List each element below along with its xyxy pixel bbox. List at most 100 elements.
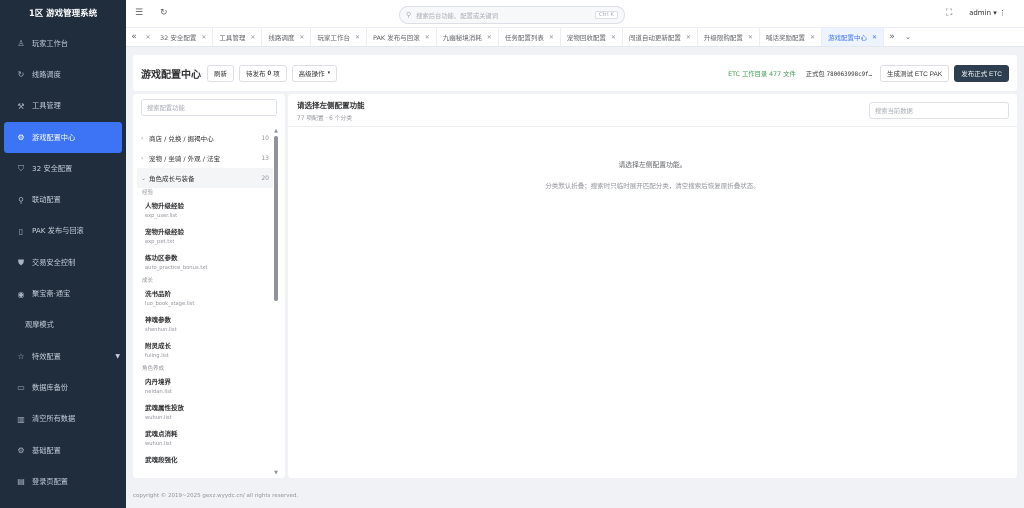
category-shop[interactable]: › 商店 / 兑换 / 掘褐中心 10 — [133, 128, 277, 148]
sidebar-item-8[interactable]: ◉ 聚宝斋·通宝 — [0, 278, 126, 309]
tab-2[interactable]: 线路调度 ✕ — [262, 28, 312, 46]
sidebar-item-2[interactable]: ⚒ 工具管理 — [0, 91, 126, 122]
item-name: 宠物升级经验 — [145, 228, 184, 236]
data-search-input[interactable]: 搜索当前数据 — [869, 102, 1009, 119]
item-file: auto_practice_bonus.txt — [145, 265, 208, 271]
sidebar-item-6[interactable]: ▯ PAK 发布与回滚 — [0, 216, 126, 247]
config-search-input[interactable]: 搜索配置功能 — [141, 99, 277, 116]
list-item[interactable]: 宠物升级经验 exp_pet.txt — [133, 224, 277, 250]
list-item[interactable]: 武魂段强化 — [133, 452, 277, 478]
tab-11[interactable]: 游戏配置中心 ✕ — [821, 28, 884, 46]
publish-etc-button[interactable]: 发布正式 ETC — [954, 64, 1009, 82]
tab-label: 宠物回收配置 — [566, 34, 606, 42]
scroll-up-icon[interactable]: ▲ — [273, 128, 279, 134]
close-icon[interactable]: ✕ — [250, 34, 255, 41]
pending-publish-button[interactable]: 待发布 0 项 — [239, 64, 287, 82]
fullscreen-icon[interactable]: ⛶ — [946, 8, 952, 18]
user-icon: ♙ — [17, 39, 25, 49]
tab-5[interactable]: 九幽秘境消耗 ✕ — [437, 28, 499, 46]
user-menu[interactable]: admin ▾ ⋮ — [969, 9, 1006, 17]
sidebar-item-12[interactable]: ▥ 清空所有数据 — [0, 404, 126, 435]
list-item[interactable]: 内丹境界 neidan.list — [133, 374, 277, 400]
tabs-dropdown-icon[interactable]: ⌄ — [900, 28, 916, 46]
list-item[interactable]: 神魂参数 shenhun.list — [133, 312, 277, 338]
tab-label: 玩家工作台 — [317, 34, 350, 42]
close-icon[interactable]: ✕ — [611, 34, 616, 41]
tab-7[interactable]: 宠物回收配置 ✕ — [561, 28, 623, 46]
tab-bar: « ✕ 32 安全配置 ✕ 工具管理 ✕ 线路调度 ✕ 玩家工作台 ✕ PAK 发布与回滚 ✕ 九幽… — [126, 28, 1024, 47]
item-file: exp_pet.txt — [145, 239, 175, 245]
reload-icon[interactable]: ↻ — [160, 8, 168, 18]
close-icon[interactable]: ✕ — [748, 34, 753, 41]
list-item[interactable]: 武魂属性投放 wuhun.list — [133, 400, 277, 426]
config-search-placeholder: 搜索配置功能 — [147, 105, 185, 112]
tabs-scroll-left-icon[interactable]: « — [126, 28, 142, 46]
global-search-placeholder: 搜索后台功能、配置或关键词 — [416, 12, 498, 20]
close-icon[interactable]: ✕ — [142, 28, 154, 46]
empty-state-hint: 分类默认折叠；搜索时只临时展开匹配分类，清空搜索后恢复原折叠状态。 — [545, 182, 760, 190]
tab-label: 32 安全配置 — [160, 34, 197, 42]
category-label: 商店 / 兑换 / 掘褐中心 — [149, 135, 214, 143]
sidebar-item-label: 交易安全控制 — [32, 257, 76, 267]
close-icon[interactable]: ✕ — [872, 34, 877, 41]
sidebar-item-4[interactable]: ⛉ 32 安全配置 — [0, 153, 126, 184]
close-icon[interactable]: ✕ — [425, 34, 430, 41]
category-label: 角色成长与装备 — [149, 175, 195, 183]
list-item[interactable]: 洗书品阶 luo_book_stage.list — [133, 286, 277, 312]
config-list-scrollbar[interactable]: ▲ ▼ — [273, 128, 279, 476]
tab-3[interactable]: 玩家工作台 ✕ — [311, 28, 367, 46]
item-file: wuhun.list — [145, 441, 172, 447]
sidebar-item-7[interactable]: ⛊ 交易安全控制 — [0, 247, 126, 278]
sidebar-item-11[interactable]: ▭ 数据库备份 — [0, 372, 126, 403]
list-item[interactable]: 练功区参数 auto_practice_bonus.txt — [133, 250, 277, 276]
category-pet[interactable]: › 宠物 / 坐骑 / 外观 / 法宝 13 — [133, 148, 277, 168]
close-icon[interactable]: ✕ — [487, 34, 492, 41]
subcategory-label: 成长 — [142, 278, 154, 284]
username: admin — [969, 9, 992, 17]
more-icon[interactable]: ⋮ — [999, 9, 1006, 17]
sidebar-item-label: 特效配置 — [32, 351, 61, 361]
sidebar-item-14[interactable]: ▤ 登录页配置 — [0, 466, 126, 497]
tab-0[interactable]: 32 安全配置 ✕ — [154, 28, 214, 46]
close-icon[interactable]: ✕ — [686, 34, 691, 41]
pending-unit: 项 — [273, 71, 280, 78]
package-info: 正式包 780063998c9f… — [806, 69, 872, 78]
category-growth[interactable]: ⌄ 角色成长与装备 20 — [137, 168, 273, 188]
close-icon[interactable]: ✕ — [299, 34, 304, 41]
tab-4[interactable]: PAK 发布与回滚 ✕ — [367, 28, 437, 46]
tabs-scroll-right-icon[interactable]: » — [884, 28, 900, 46]
sidebar-item-9[interactable]: 观摩模式 — [0, 310, 126, 341]
list-item[interactable]: 附灵成长 fuling.list — [133, 338, 277, 364]
sidebar-item-label: 玩家工作台 — [32, 38, 68, 48]
tab-1[interactable]: 工具管理 ✕ — [213, 28, 263, 46]
list-item[interactable]: 武魂点消耗 wuhun.list — [133, 426, 277, 452]
tab-10[interactable]: 喊话奖励配置 ✕ — [760, 28, 822, 46]
item-name: 武魂属性投放 — [145, 404, 184, 412]
generate-test-pak-button[interactable]: 生成测试 ETC PAK — [880, 64, 950, 82]
sidebar-item-13[interactable]: ⚙ 基础配置 — [0, 435, 126, 466]
tab-label: PAK 发布与回滚 — [372, 34, 420, 42]
menu-fold-icon[interactable]: ☰ — [135, 8, 143, 18]
sidebar-item-1[interactable]: ↻ 线路调度 — [0, 59, 126, 90]
item-name: 附灵成长 — [145, 342, 171, 350]
scrollbar-thumb[interactable] — [274, 136, 278, 301]
sidebar-item-label: 游戏配置中心 — [32, 132, 76, 142]
tab-9[interactable]: 升级限购配置 ✕ — [698, 28, 760, 46]
close-icon[interactable]: ✕ — [355, 34, 360, 41]
list-item[interactable]: 人物升级经验 exp_user.list — [133, 198, 277, 224]
tab-8[interactable]: 闯道自动更新配置 ✕ — [623, 28, 698, 46]
refresh-button[interactable]: 刷新 — [207, 64, 234, 82]
sidebar-item-5[interactable]: ⚲ 联动配置 — [0, 184, 126, 215]
close-icon[interactable]: ✕ — [549, 34, 554, 41]
sidebar-item-10[interactable]: ☆ 特效配置 ▼ — [0, 341, 126, 372]
sidebar-item-0[interactable]: ♙ 玩家工作台 — [0, 28, 126, 59]
chevron-down-icon: ⌄ — [141, 174, 147, 182]
sidebar-item-3[interactable]: ⚙ 游戏配置中心 — [4, 121, 122, 154]
chevron-down-icon: ▾ — [327, 70, 331, 76]
scroll-down-icon[interactable]: ▼ — [273, 470, 279, 476]
close-icon[interactable]: ✕ — [201, 34, 206, 41]
close-icon[interactable]: ✕ — [810, 34, 815, 41]
advanced-ops-button[interactable]: 高级操作 ▾ — [291, 64, 338, 82]
tab-6[interactable]: 任务配置列表 ✕ — [499, 28, 561, 46]
global-search-input[interactable]: ⚲ 搜索后台功能、配置或关键词 Ctrl K — [399, 6, 625, 24]
